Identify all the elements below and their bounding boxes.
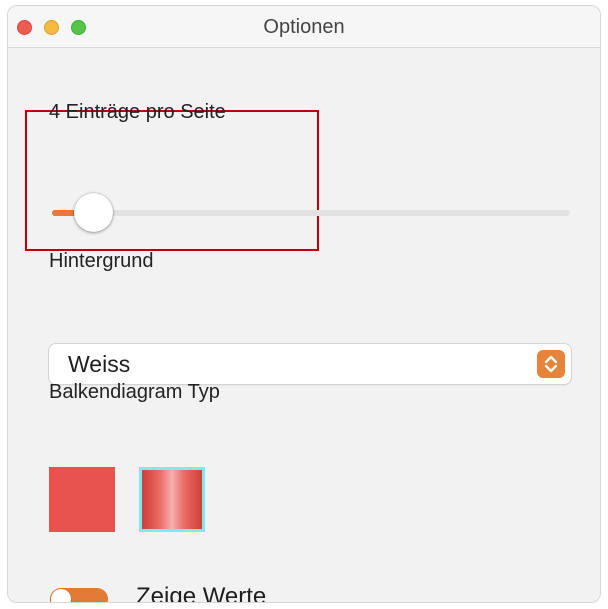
background-select[interactable]: Weiss: [49, 344, 571, 384]
bar-style-solid-swatch[interactable]: [49, 467, 115, 532]
show-values-toggle-knob: [51, 589, 71, 602]
highlight-box: [25, 110, 319, 251]
background-select-value: Weiss: [68, 351, 131, 377]
entries-slider-knob[interactable]: [73, 193, 113, 232]
title-bar: Optionen: [8, 6, 600, 48]
show-values-toggle[interactable]: [50, 588, 108, 602]
bar-chart-type-label: Balkendiagram Typ: [49, 381, 220, 403]
entries-per-page-label: 4 Einträge pro Seite: [49, 101, 226, 123]
options-window: Optionen 4 Einträge pro Seite Hintergrun…: [7, 5, 601, 603]
chevron-up-down-icon[interactable]: [537, 350, 565, 378]
entries-slider-track[interactable]: [52, 210, 570, 216]
bar-style-gradient-swatch[interactable]: [139, 467, 205, 532]
window-title: Optionen: [263, 16, 345, 38]
show-values-label: Zeige Werte: [136, 583, 267, 603]
options-content: 4 Einträge pro Seite Hintergrund Weiss B…: [8, 48, 600, 602]
background-label: Hintergrund: [49, 250, 154, 272]
